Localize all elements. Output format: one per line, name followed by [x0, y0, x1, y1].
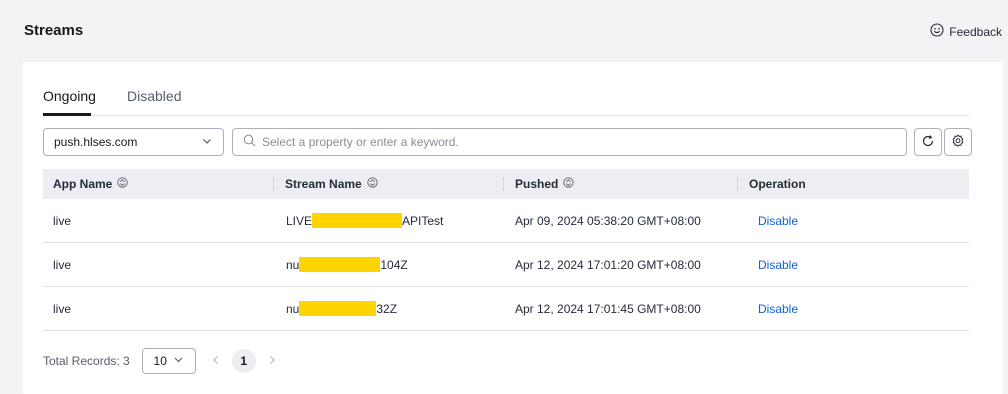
- cell-app-name: live: [53, 213, 72, 228]
- page-title: Streams: [24, 22, 84, 39]
- redaction-bar: [299, 257, 381, 272]
- chevron-down-icon: [201, 135, 213, 150]
- disable-link[interactable]: Disable: [758, 258, 798, 272]
- cell-operation: Disable: [737, 214, 969, 228]
- feedback-label: Feedback: [949, 24, 1002, 39]
- disable-link[interactable]: Disable: [758, 302, 798, 316]
- cell-pushed: Apr 09, 2024 05:38:20 GMT+08:00: [515, 213, 701, 228]
- refresh-button[interactable]: [914, 128, 942, 156]
- search-box[interactable]: [232, 128, 907, 156]
- domain-select-value: push.hlses.com: [54, 135, 138, 149]
- cell-pushed: Apr 12, 2024 17:01:20 GMT+08:00: [515, 257, 701, 272]
- chevron-down-icon: [173, 354, 184, 368]
- table-row: live nu 32Z Apr 12, 2024 17:01:45 GMT+08…: [43, 287, 969, 331]
- disable-link[interactable]: Disable: [758, 214, 798, 228]
- smiley-icon: [930, 23, 944, 40]
- column-header-app-name[interactable]: App Name: [43, 169, 273, 199]
- pagination: Total Records: 3 10 1: [43, 348, 282, 374]
- next-page-button[interactable]: [262, 348, 282, 374]
- cell-stream-name: nu 32Z: [286, 301, 398, 316]
- page-size-select[interactable]: 10: [141, 348, 196, 374]
- sort-icon[interactable]: [367, 177, 378, 191]
- streams-table: App Name Stream Name Pushed Operation li…: [43, 169, 969, 331]
- settings-button[interactable]: [944, 128, 972, 156]
- cell-app-name: live: [53, 257, 72, 272]
- domain-select[interactable]: push.hlses.com: [43, 128, 224, 156]
- sort-icon[interactable]: [117, 177, 128, 191]
- active-tab-indicator: [43, 113, 91, 116]
- tab-disabled[interactable]: Disabled: [127, 88, 181, 104]
- column-header-pushed[interactable]: Pushed: [503, 169, 737, 199]
- prev-page-button[interactable]: [206, 348, 226, 374]
- column-divider: [503, 177, 504, 191]
- table-row: live LIVE APITest Apr 09, 2024 05:38:20 …: [43, 199, 969, 243]
- cell-pushed: Apr 12, 2024 17:01:45 GMT+08:00: [515, 301, 701, 316]
- table-row: live nu 104Z Apr 12, 2024 17:01:20 GMT+0…: [43, 243, 969, 287]
- chevron-right-icon: [267, 354, 277, 368]
- redaction-bar: [312, 213, 403, 228]
- redaction-bar: [299, 301, 377, 316]
- cell-app-name: live: [53, 301, 72, 316]
- tab-ongoing[interactable]: Ongoing: [43, 88, 96, 104]
- page-header: Streams Feedback: [0, 0, 1008, 62]
- cell-stream-name: nu 104Z: [286, 257, 408, 272]
- total-records: Total Records: 3: [43, 354, 130, 368]
- cell-operation: Disable: [737, 302, 969, 316]
- column-header-stream-name[interactable]: Stream Name: [273, 169, 503, 199]
- page-number[interactable]: 1: [231, 349, 256, 373]
- streams-card: Ongoing Disabled push.hlses.com App Name: [23, 62, 1003, 394]
- search-icon: [243, 134, 262, 150]
- cell-stream-name: LIVE APITest: [286, 213, 444, 228]
- sort-icon[interactable]: [563, 177, 574, 191]
- feedback-button[interactable]: Feedback: [930, 23, 1002, 40]
- refresh-icon: [921, 134, 935, 151]
- column-divider: [273, 177, 274, 191]
- gear-icon: [951, 133, 965, 151]
- tab-bar: Ongoing Disabled: [43, 78, 969, 116]
- column-divider: [737, 177, 738, 191]
- table-header: App Name Stream Name Pushed Operation: [43, 169, 969, 199]
- search-input[interactable]: [262, 135, 896, 149]
- cell-operation: Disable: [737, 258, 969, 272]
- chevron-left-icon: [211, 354, 221, 368]
- column-header-operation: Operation: [737, 169, 969, 199]
